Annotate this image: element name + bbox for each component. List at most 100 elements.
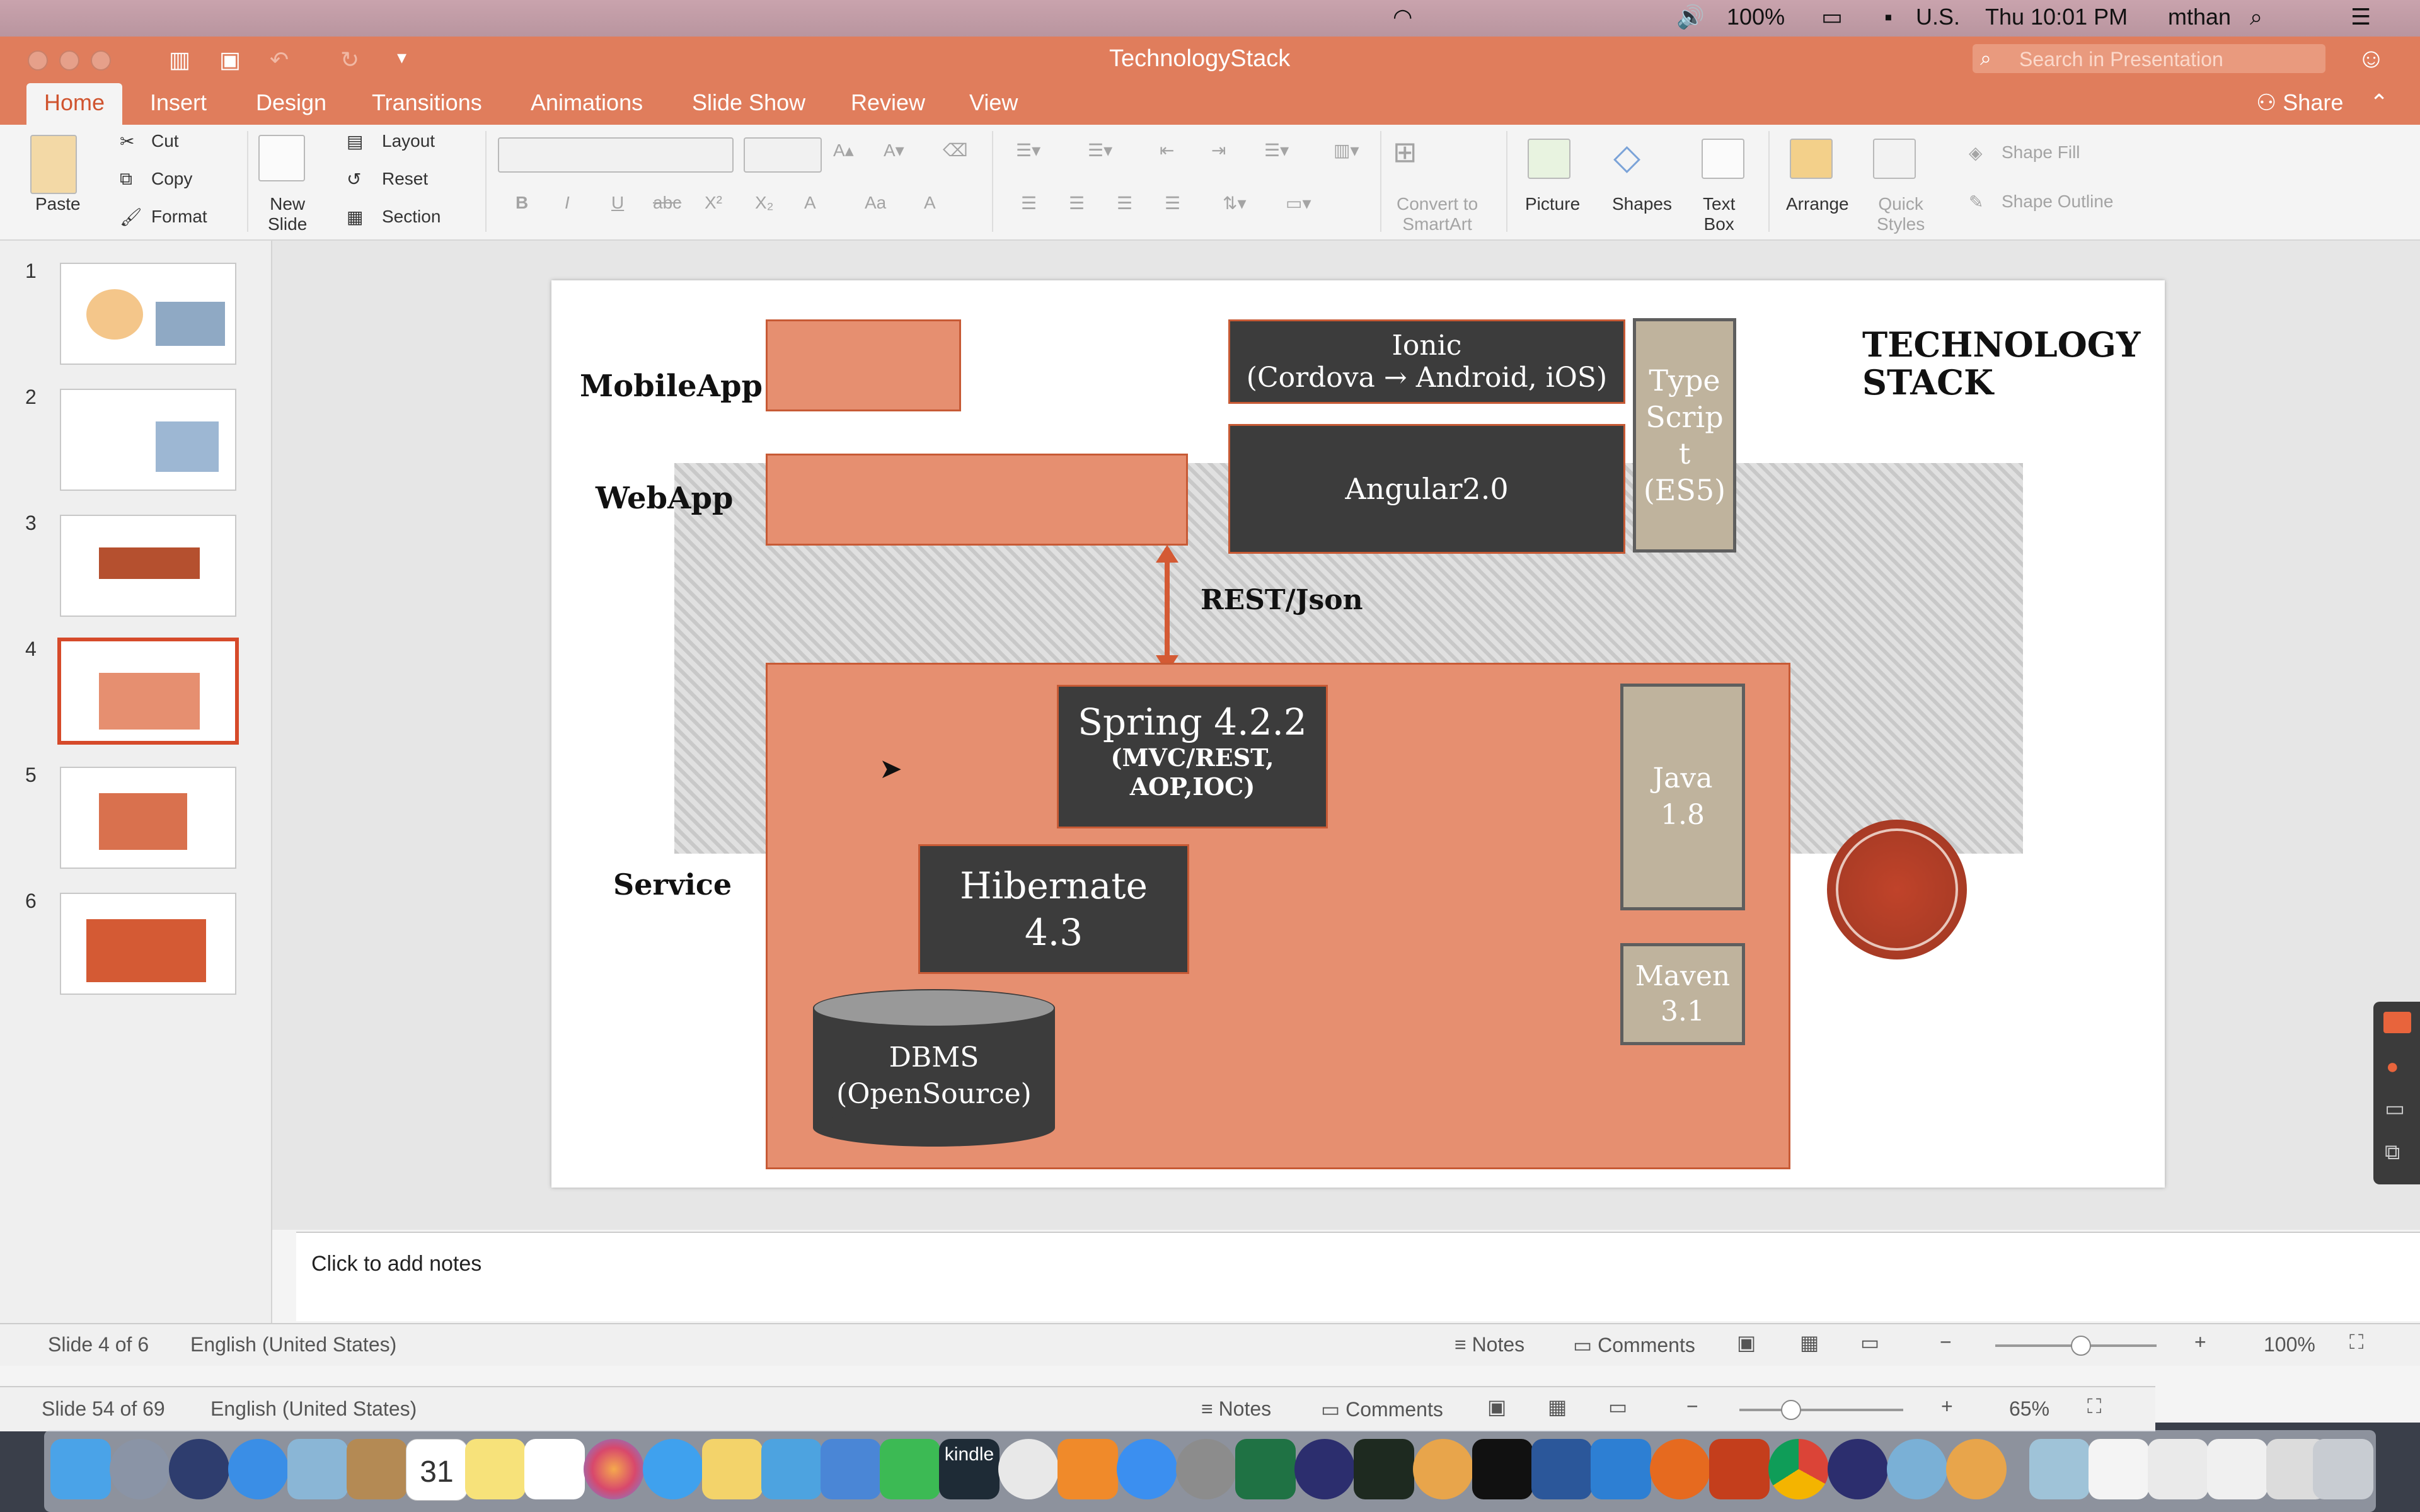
clear-format-icon[interactable]: ⌫ (943, 140, 968, 161)
screenshot-stack-icon[interactable] (2148, 1439, 2208, 1499)
recent-window-icon[interactable] (2207, 1439, 2267, 1499)
superscript-icon[interactable]: X² (705, 193, 722, 213)
notes-pane[interactable]: Click to add notes (296, 1232, 2420, 1321)
activity-monitor-icon[interactable] (1354, 1439, 1414, 1499)
tab-insert[interactable]: Insert (150, 89, 207, 116)
app-store-icon[interactable] (1117, 1439, 1177, 1499)
bg-zoom-out-icon[interactable]: − (1686, 1395, 1698, 1418)
subscript-icon[interactable]: X₂ (755, 193, 774, 213)
app-icon-flower-2[interactable] (1946, 1439, 2007, 1499)
search-input[interactable]: Search in Presentation (2019, 48, 2223, 71)
notes-toggle-button[interactable]: ≡ Notes (1455, 1333, 1524, 1356)
excel-icon[interactable] (1235, 1439, 1296, 1499)
strikethrough-icon[interactable]: abc (653, 193, 681, 213)
zoom-level[interactable]: 100% (2264, 1333, 2315, 1356)
photos-icon[interactable] (584, 1439, 644, 1499)
paste-button[interactable]: Paste (35, 194, 81, 214)
font-family-select[interactable] (498, 137, 734, 173)
slide-thumbnail-4[interactable] (57, 638, 239, 745)
maven-box[interactable]: Maven 3.1 (1620, 943, 1745, 1045)
shape-fill-button[interactable]: Shape Fill (2002, 142, 2080, 163)
align-left-icon[interactable]: ☰ (1021, 193, 1037, 214)
eclipse-2-icon[interactable] (1828, 1439, 1888, 1499)
ibooks-icon[interactable] (1057, 1439, 1118, 1499)
slide-thumbnail-3[interactable] (60, 515, 236, 617)
minimize-window-icon[interactable] (59, 50, 79, 71)
normal-view-icon[interactable]: ▣ (1737, 1331, 1756, 1354)
redo-icon[interactable]: ↻ (340, 47, 359, 73)
typescript-box[interactable]: Type Scrip t (ES5) (1633, 318, 1736, 553)
arrange-button[interactable]: Arrange (1786, 194, 1849, 214)
decrease-indent-icon[interactable]: ⇤ (1160, 140, 1174, 161)
arrange-icon[interactable] (1790, 139, 1833, 179)
italic-icon[interactable]: I (565, 193, 570, 213)
bg-normal-view-icon[interactable]: ▣ (1487, 1395, 1506, 1419)
siri-icon[interactable] (169, 1439, 229, 1499)
convert-smartart-button[interactable]: Convert to SmartArt (1397, 194, 1478, 234)
zoom-out-icon[interactable]: − (1940, 1331, 1952, 1354)
paste-icon[interactable] (30, 135, 77, 194)
powerpoint-icon[interactable] (1709, 1439, 1770, 1499)
change-case-icon[interactable]: Aa (865, 193, 886, 213)
chrome-icon[interactable] (1768, 1439, 1829, 1499)
decrease-font-icon[interactable]: A▾ (884, 140, 904, 161)
mobileapp-box[interactable] (766, 319, 961, 411)
ionic-box[interactable]: Ionic (Cordova → Android, iOS) (1228, 319, 1625, 404)
slide-thumbnail-6[interactable] (60, 893, 236, 995)
launchpad-icon[interactable] (110, 1439, 170, 1499)
align-center-icon[interactable]: ☰ (1069, 193, 1085, 214)
zoom-in-icon[interactable]: + (2194, 1331, 2206, 1354)
text-effects-icon[interactable]: A (804, 193, 816, 213)
search-box[interactable]: ⌕ Search in Presentation (1973, 44, 2325, 73)
preview-icon[interactable] (287, 1439, 348, 1499)
collapse-ribbon-icon[interactable]: ⌃ (2370, 89, 2388, 116)
calendar-icon[interactable]: 31 (406, 1439, 468, 1501)
smiley-feedback-icon[interactable]: ☺ (2357, 43, 2385, 74)
picture-button[interactable]: Picture (1525, 194, 1580, 214)
quick-styles-icon[interactable] (1873, 139, 1916, 179)
shapes-button[interactable]: Shapes (1612, 194, 1672, 214)
hibernate-box[interactable]: Hibernate 4.3 (918, 844, 1189, 974)
clock[interactable]: Thu 10:01 PM (1985, 4, 2128, 30)
slideshow-view-icon[interactable]: ▭ (1860, 1331, 1879, 1354)
volume-icon[interactable]: 🔊 (1676, 4, 1705, 30)
vscode-icon[interactable] (1591, 1439, 1651, 1499)
cut-button[interactable]: Cut (151, 131, 179, 151)
screens-icon[interactable]: ⧉ (2385, 1140, 2400, 1165)
contacts-icon[interactable] (347, 1439, 407, 1499)
spring-box[interactable]: Spring 4.2.2 (MVC/REST, AOP,IOC) (1057, 685, 1328, 828)
safari-icon[interactable] (228, 1439, 289, 1499)
customize-toolbar-icon[interactable]: ▾ (397, 47, 406, 69)
notes-placeholder[interactable]: Click to add notes (311, 1252, 481, 1276)
smartart-icon[interactable]: ⊞ (1393, 135, 1417, 169)
microphone-icon[interactable]: ● (2386, 1055, 2399, 1079)
dbms-cylinder[interactable]: DBMS (OpenSource) (813, 989, 1055, 1147)
section-button[interactable]: Section (382, 207, 441, 227)
facetime-icon[interactable] (880, 1439, 940, 1499)
keynote-icon[interactable] (821, 1439, 881, 1499)
undo-icon[interactable]: ↶ (270, 47, 289, 73)
tab-animations[interactable]: Animations (531, 89, 643, 116)
bg-zoom-in-icon[interactable]: + (1941, 1395, 1953, 1418)
text-direction-icon[interactable]: ⇅▾ (1223, 193, 1247, 214)
slide-thumbnail-2[interactable] (60, 389, 236, 491)
shapes-icon[interactable]: ◇ (1613, 136, 1640, 178)
textbox-icon[interactable] (1702, 139, 1744, 179)
bg-slide-sorter-icon[interactable]: ▦ (1548, 1395, 1567, 1419)
bg-fit-icon[interactable]: ⛶ (2087, 1395, 2101, 1419)
kindle-icon[interactable]: kindle (939, 1439, 1000, 1499)
pages-icon[interactable] (702, 1439, 763, 1499)
eclipse-icon[interactable] (1294, 1439, 1355, 1499)
spotlight-icon[interactable]: ⌕ (2250, 4, 2262, 31)
underline-icon[interactable]: U (611, 193, 624, 213)
input-source[interactable]: U.S. (1916, 4, 1960, 30)
reminders-icon[interactable] (524, 1439, 585, 1499)
sidebar-toggle-icon[interactable]: ▥ (169, 47, 190, 73)
webapp-box[interactable] (766, 454, 1188, 546)
camera-icon[interactable]: ▭ (2385, 1096, 2405, 1121)
bold-icon[interactable]: B (516, 193, 528, 213)
angular-box[interactable]: Angular2.0 (1228, 424, 1625, 554)
picture-icon[interactable] (1528, 139, 1570, 179)
tab-home[interactable]: Home (26, 83, 123, 126)
textbox-button[interactable]: Text Box (1703, 194, 1735, 234)
